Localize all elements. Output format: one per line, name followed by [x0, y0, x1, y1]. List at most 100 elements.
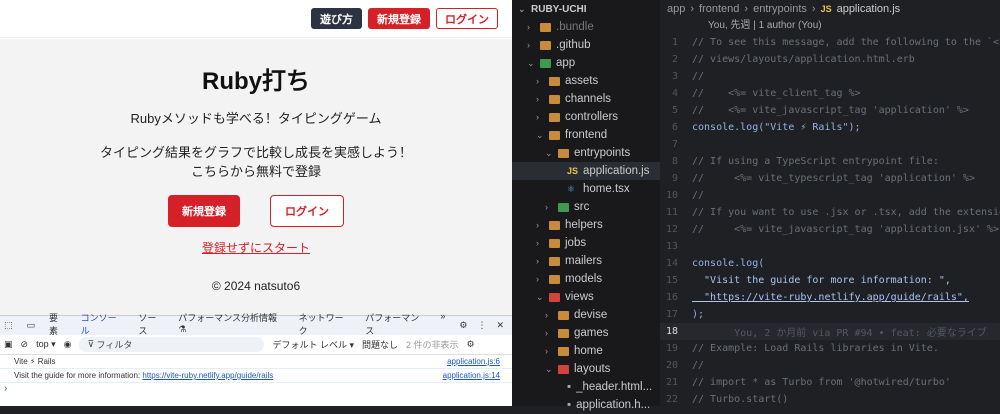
- explorer-item[interactable]: › .bundle: [512, 18, 660, 36]
- sidebar-toggle-icon[interactable]: ▣: [4, 339, 13, 350]
- log-link[interactable]: https://vite-ruby.netlify.app/guide/rail…: [142, 371, 273, 380]
- explorer-item-label: application.h...: [576, 399, 651, 411]
- level-select[interactable]: デフォルト レベル ▾: [272, 338, 354, 351]
- context-select[interactable]: top ▾: [36, 339, 56, 350]
- code-line[interactable]: 2 // views/layouts/application.html.erb: [660, 51, 1000, 68]
- devtools-tab[interactable]: ソース: [138, 311, 164, 341]
- explorer-item[interactable]: › channels: [512, 90, 660, 108]
- explorer-item[interactable]: › models: [512, 270, 660, 288]
- code-text: // Turbo.start(): [692, 394, 789, 405]
- login-button[interactable]: ログイン: [436, 8, 498, 29]
- code-line[interactable]: 18 You, 2 か月前 via PR #94 • feat: 必要なライブ: [660, 323, 1000, 340]
- explorer-item[interactable]: › home: [512, 342, 660, 360]
- guest-start-link[interactable]: 登録せずにスタート: [202, 239, 310, 256]
- explorer-item[interactable]: › assets: [512, 72, 660, 90]
- code-text: console.log(: [692, 258, 765, 269]
- eye-icon[interactable]: ◉: [64, 339, 72, 350]
- clear-console-icon[interactable]: ⊘: [21, 339, 29, 350]
- explorer-root[interactable]: ⌄ RUBY-UCHI: [512, 0, 660, 18]
- settings-icon[interactable]: ⚙: [459, 320, 467, 331]
- code-line[interactable]: 10 //: [660, 187, 1000, 204]
- line-number: 16: [665, 292, 678, 303]
- explorer-item[interactable]: JS application.js: [512, 162, 660, 180]
- code-line[interactable]: 12 // <%= vite_javascript_tag 'applicatio…: [660, 221, 1000, 238]
- devtools-tab[interactable]: ネットワーク: [299, 311, 352, 341]
- explorer-item[interactable]: › .github: [512, 36, 660, 54]
- line-number: 7: [671, 139, 678, 150]
- inspect-icon[interactable]: ⬚: [4, 320, 13, 331]
- code-line[interactable]: 17);: [660, 306, 1000, 323]
- explorer-item[interactable]: › controllers: [512, 108, 660, 126]
- explorer-item-label: views: [565, 291, 594, 303]
- code-line[interactable]: 13: [660, 238, 1000, 255]
- issues-label[interactable]: 問題なし: [362, 338, 398, 351]
- code-text: You, 2 か月前 via PR #94 • feat: 必要なライブ: [692, 328, 987, 339]
- explorer-item[interactable]: › jobs: [512, 234, 660, 252]
- chevron-icon: ⌄: [545, 363, 553, 374]
- code-line[interactable]: 4 // <%= vite_client_tag %>: [660, 85, 1000, 102]
- line-number: 8: [671, 156, 678, 167]
- explorer-item[interactable]: ⌄ layouts: [512, 360, 660, 378]
- explorer-item[interactable]: ⚛ home.tsx: [512, 180, 660, 198]
- line-number: 19: [665, 343, 678, 354]
- folder-icon: [558, 148, 569, 158]
- devtools-tab[interactable]: パフォーマンス分析情報 ⚗: [178, 311, 284, 341]
- signup-button[interactable]: 新規登録: [368, 8, 430, 29]
- log-source-link[interactable]: application.js:14: [443, 371, 500, 380]
- code-line[interactable]: 5 // <%= vite_javascript_tag 'application…: [660, 102, 1000, 119]
- hidden-count: 2 件の非表示: [406, 340, 459, 350]
- code-text: // import * as Turbo from '@hotwired/tur…: [692, 377, 951, 388]
- explorer-item[interactable]: ▪ application.h...: [512, 396, 660, 414]
- code-line[interactable]: 21 // import * as Turbo from '@hotwired/t…: [660, 374, 1000, 391]
- explorer-item[interactable]: › src: [512, 198, 660, 216]
- code-text: // If you want to use .jsx or .tsx, add …: [692, 207, 1000, 218]
- explorer-item[interactable]: › helpers: [512, 216, 660, 234]
- explorer-item-label: .github: [556, 39, 591, 51]
- more-icon[interactable]: ⋮: [477, 320, 486, 331]
- console-settings-icon[interactable]: ⚙: [467, 339, 475, 350]
- breadcrumb-item[interactable]: frontend: [699, 3, 739, 15]
- breadcrumb-item[interactable]: entrypoints: [753, 3, 807, 15]
- code-line[interactable]: 6 console.log("Vite ⚡ Rails");: [660, 119, 1000, 136]
- code-line[interactable]: 3 //: [660, 68, 1000, 85]
- explorer-item[interactable]: ⌄ frontend: [512, 126, 660, 144]
- breadcrumb-item[interactable]: app: [667, 3, 685, 15]
- code-line[interactable]: 16 "https://vite-ruby.netlify.app/guide/…: [660, 289, 1000, 306]
- hero-login-button[interactable]: ログイン: [270, 195, 344, 227]
- code-line[interactable]: 14 console.log(: [660, 255, 1000, 272]
- explorer-item[interactable]: › games: [512, 324, 660, 342]
- filter-input[interactable]: ⊽ フィルタ: [79, 337, 265, 352]
- explorer-item[interactable]: ▪ _header.html...: [512, 378, 660, 396]
- console-prompt[interactable]: ›: [0, 383, 512, 394]
- chevron-icon: ›: [527, 40, 530, 50]
- explorer-item-label: models: [565, 273, 603, 285]
- devtools-tab[interactable]: コンソール: [80, 311, 125, 341]
- explorer-item[interactable]: ⌄ views: [512, 288, 660, 306]
- code-line[interactable]: 22 // Turbo.start(): [660, 391, 1000, 408]
- explorer-item[interactable]: ⌄ app: [512, 54, 660, 72]
- log-source-link[interactable]: application.js:6: [447, 357, 500, 366]
- devtools-tab[interactable]: パフォーマンス: [365, 311, 426, 341]
- code-line[interactable]: 19 // Example: Load Rails libraries in Vi…: [660, 340, 1000, 357]
- explorer-item[interactable]: › devise: [512, 306, 660, 324]
- explorer-item[interactable]: › mailers: [512, 252, 660, 270]
- devtools-tab[interactable]: 要素: [49, 311, 67, 341]
- hero-signup-button[interactable]: 新規登録: [168, 195, 240, 227]
- code-line[interactable]: 1 // To see this message, add the followi…: [660, 34, 1000, 51]
- close-icon[interactable]: ✕: [496, 320, 504, 331]
- code-line[interactable]: 15 "Visit the guide for more information…: [660, 272, 1000, 289]
- explorer-item-label: home.tsx: [583, 183, 630, 195]
- code-line[interactable]: 8 // If using a TypeScript entrypoint fil…: [660, 153, 1000, 170]
- explorer-item[interactable]: ⌄ entrypoints: [512, 144, 660, 162]
- browser-window: 遊び方 新規登録 ログイン Ruby打ち Rubyメソッドも学べる！タイピングゲ…: [0, 0, 512, 406]
- code-line[interactable]: 9 // <%= vite_typescript_tag 'application…: [660, 170, 1000, 187]
- explorer-item-label: mailers: [565, 255, 603, 267]
- line-number: 17: [665, 309, 678, 320]
- code-line[interactable]: 7: [660, 136, 1000, 153]
- how-to-button[interactable]: 遊び方: [311, 8, 362, 29]
- code-line[interactable]: 20 //: [660, 357, 1000, 374]
- device-icon[interactable]: ▭: [27, 320, 36, 331]
- code-line[interactable]: 11 // If you want to use .jsx or .tsx, ad…: [660, 204, 1000, 221]
- devtools-tab[interactable]: »: [440, 311, 445, 341]
- breadcrumb-item[interactable]: application.js: [837, 3, 901, 15]
